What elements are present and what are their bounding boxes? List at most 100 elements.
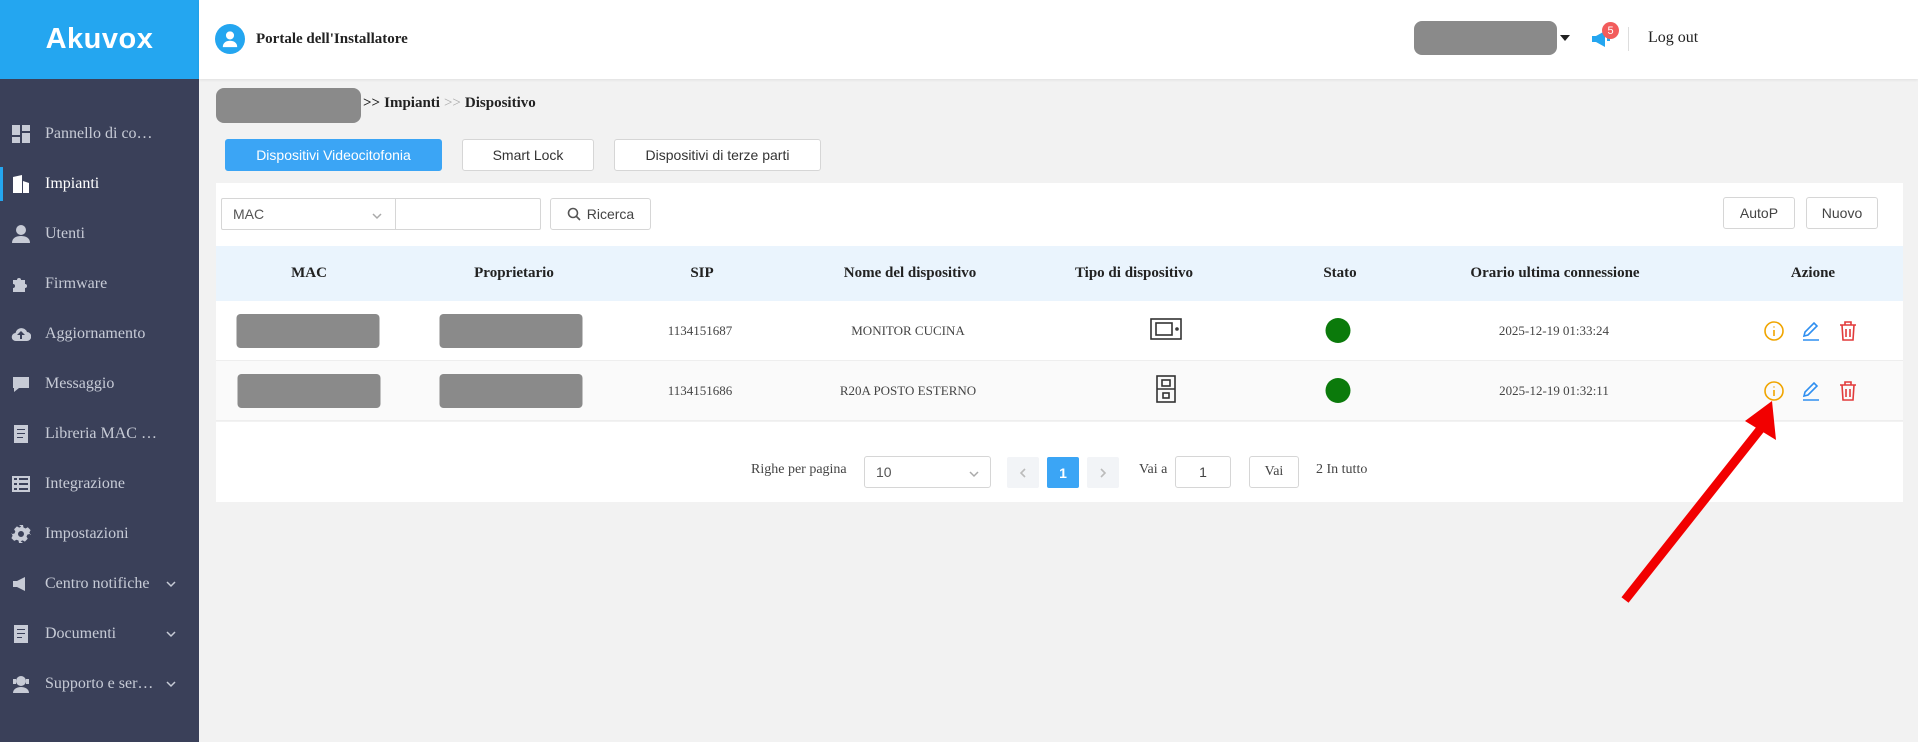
- sip-cell: 1134151687: [667, 322, 733, 338]
- sidebar-item-impianti[interactable]: Impianti: [0, 159, 199, 209]
- filter-field-select[interactable]: MAC: [221, 198, 396, 230]
- table-row[interactable]: 1134151686 R20A POSTO ESTERNO 2025-12-19…: [216, 361, 1903, 421]
- sip-cell: 1134151686: [667, 382, 733, 398]
- user-account-menu[interactable]: [1414, 21, 1557, 55]
- status-online-dot: [1325, 318, 1351, 343]
- column-header-device-name[interactable]: Nome del dispositivo: [844, 265, 977, 282]
- sidebar-item-label: Documenti: [45, 625, 117, 642]
- sidebar-item-label: Aggiornamento: [45, 325, 146, 342]
- search-input[interactable]: [395, 198, 541, 230]
- rows-per-page-select[interactable]: 10: [864, 456, 991, 488]
- row-actions: [1763, 380, 1859, 402]
- rows-per-page-value: 10: [876, 464, 892, 480]
- owner-redacted: [439, 373, 583, 408]
- info-icon[interactable]: [1763, 320, 1785, 342]
- sidebar-item-label: Impostazioni: [45, 525, 129, 542]
- tab-smart-lock[interactable]: Smart Lock: [462, 139, 594, 171]
- chevron-down-icon: [165, 577, 179, 591]
- sidebar-item-documenti[interactable]: Documenti: [0, 609, 199, 659]
- sidebar-item-firmware[interactable]: Firmware: [0, 259, 199, 309]
- document-icon: [10, 423, 32, 445]
- rows-per-page-label: Righe per pagina: [751, 462, 847, 477]
- column-header-last-connection[interactable]: Orario ultima connessione: [1470, 265, 1639, 282]
- sidebar-item-impostazioni[interactable]: Impostazioni: [0, 509, 199, 559]
- chevron-left-icon: [1019, 467, 1026, 478]
- sidebar-item-label: Utenti: [45, 225, 85, 242]
- cloud-upload-icon: [10, 323, 32, 345]
- search-icon: [567, 207, 581, 221]
- search-button-label: Ricerca: [586, 206, 635, 222]
- delete-icon[interactable]: [1837, 320, 1859, 342]
- sidebar-item-aggiornamento[interactable]: Aggiornamento: [0, 309, 199, 359]
- breadcrumb: >> Impianti >> Dispositivo: [363, 95, 536, 112]
- breadcrumb-separator: >>: [443, 95, 461, 111]
- user-icon: [10, 223, 32, 245]
- breadcrumb-separator: >>: [363, 95, 381, 111]
- column-header-sip[interactable]: SIP: [690, 265, 713, 282]
- monitor-icon: [1150, 317, 1182, 344]
- puzzle-icon: [10, 273, 32, 295]
- page-title: Portale dell'Installatore: [256, 30, 408, 47]
- prev-page-button[interactable]: [1007, 457, 1039, 488]
- sidebar-item-messaggio[interactable]: Messaggio: [0, 359, 199, 409]
- tab-dispositivi-videocitofonia[interactable]: Dispositivi Videocitofonia: [225, 139, 442, 171]
- sidebar-item-label: Firmware: [45, 275, 108, 292]
- sidebar-item-label: Impianti: [45, 175, 100, 192]
- filter-field-value: MAC: [233, 206, 265, 222]
- filter-toolbar: MAC Ricerca AutoP Nuovo: [216, 183, 1903, 246]
- column-header-status[interactable]: Stato: [1323, 265, 1356, 282]
- tab-dispositivi-terze-parti[interactable]: Dispositivi di terze parti: [614, 139, 821, 171]
- breadcrumb-dispositivo: Dispositivo: [464, 95, 536, 111]
- column-header-action: Azione: [1790, 265, 1836, 281]
- chat-icon: [10, 373, 32, 395]
- sidebar-item-utenti[interactable]: Utenti: [0, 209, 199, 259]
- user-circle-icon: [215, 24, 245, 54]
- sidebar-item-label: Pannello di co…: [45, 125, 153, 142]
- caret-down-icon[interactable]: [1560, 35, 1570, 41]
- logout-link[interactable]: Log out: [1648, 29, 1698, 47]
- column-header-owner[interactable]: Proprietario: [474, 265, 554, 282]
- notification-badge: 5: [1602, 22, 1619, 39]
- file-icon: [10, 623, 32, 645]
- sidebar-item-label: Integrazione: [45, 475, 125, 492]
- goto-page-input[interactable]: 1: [1175, 456, 1231, 488]
- chevron-down-icon: [165, 677, 179, 691]
- goto-page-button[interactable]: Vai: [1249, 456, 1299, 488]
- portal-title-block: Portale dell'Installatore: [215, 24, 408, 54]
- info-icon[interactable]: [1763, 380, 1785, 402]
- table-row[interactable]: 1134151687 MONITOR CUCINA 2025-12-19 01:…: [216, 301, 1903, 361]
- next-page-button[interactable]: [1087, 457, 1119, 488]
- last-connection-cell: 2025-12-19 01:33:24: [1498, 322, 1610, 338]
- device-name-cell: R20A POSTO ESTERNO: [839, 382, 977, 398]
- delete-icon[interactable]: [1837, 380, 1859, 402]
- edit-icon[interactable]: [1800, 380, 1822, 402]
- sidebar-item-integrazione[interactable]: Integrazione: [0, 459, 199, 509]
- chevron-right-icon: [1100, 467, 1107, 478]
- mac-redacted: [237, 373, 381, 408]
- total-count: 2 In tutto: [1316, 462, 1368, 477]
- sidebar-nav: Pannello di co… Impianti Utenti Firmware…: [0, 79, 199, 709]
- status-online-dot: [1325, 378, 1351, 403]
- edit-icon[interactable]: [1800, 320, 1822, 342]
- breadcrumb-impianti[interactable]: Impianti: [384, 95, 440, 112]
- sidebar-item-supporto[interactable]: Supporto e ser…: [0, 659, 199, 709]
- dashboard-icon: [10, 123, 32, 145]
- page-number-current[interactable]: 1: [1047, 457, 1079, 488]
- sidebar-item-centro-notifiche[interactable]: Centro notifiche: [0, 559, 199, 609]
- akuvox-logo[interactable]: Akuvox: [0, 0, 199, 79]
- chevron-down-icon: [968, 467, 980, 483]
- sidebar: Akuvox Pannello di co… Impianti Utenti F…: [0, 0, 199, 742]
- new-device-button[interactable]: Nuovo: [1806, 197, 1878, 229]
- sidebar-item-dashboard[interactable]: Pannello di co…: [0, 109, 199, 159]
- door-station-icon: [1156, 374, 1176, 407]
- pagination: Righe per pagina 10 1 Vai a 1 Vai 2 In t…: [216, 422, 1903, 502]
- sidebar-item-label: Centro notifiche: [45, 575, 150, 592]
- list-icon: [10, 473, 32, 495]
- breadcrumb-redacted[interactable]: [216, 88, 361, 123]
- column-header-mac[interactable]: MAC: [291, 265, 327, 282]
- autop-button[interactable]: AutoP: [1723, 197, 1795, 229]
- sidebar-item-libreria-mac[interactable]: Libreria MAC …: [0, 409, 199, 459]
- header-divider: [1628, 27, 1629, 51]
- column-header-device-type[interactable]: Tipo di dispositivo: [1075, 265, 1193, 282]
- search-button[interactable]: Ricerca: [550, 198, 651, 230]
